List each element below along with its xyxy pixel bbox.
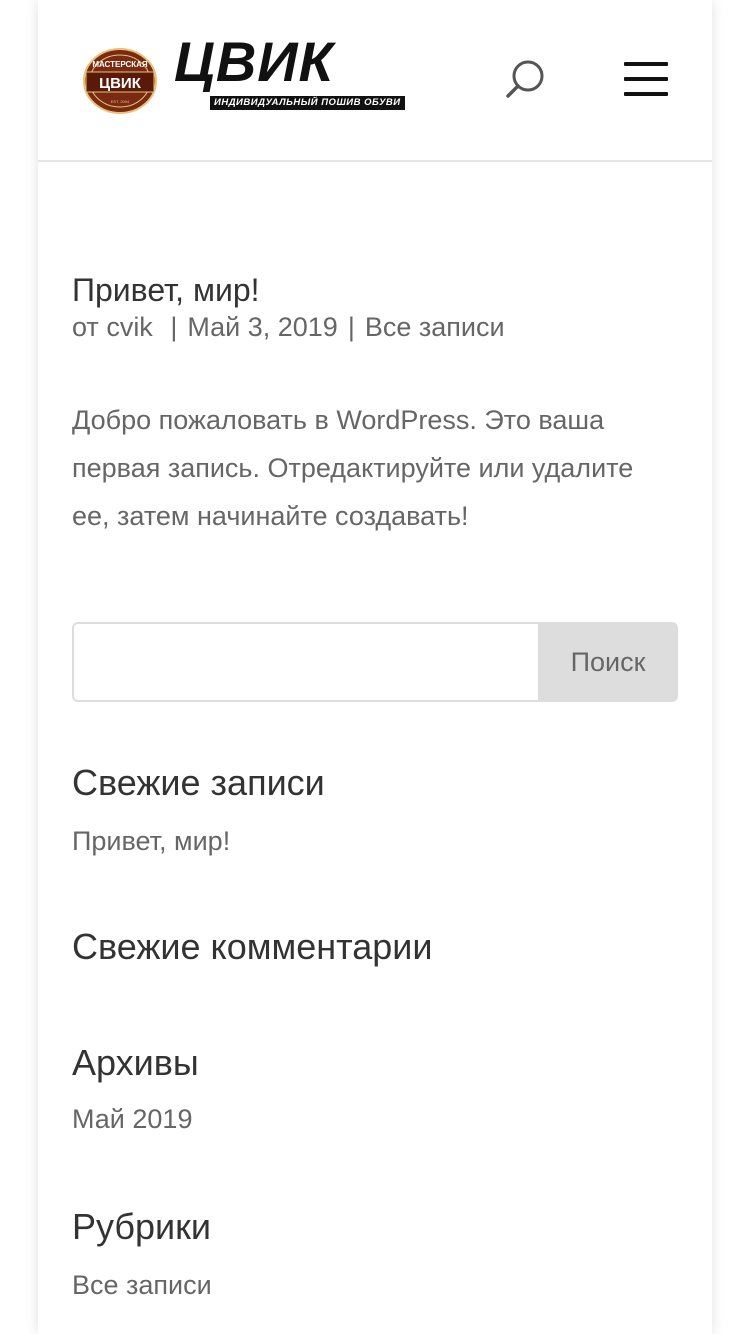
post-meta-separator: | xyxy=(347,312,355,342)
post-title[interactable]: Привет, мир! xyxy=(72,272,260,309)
recent-posts-title: Свежие записи xyxy=(72,762,325,803)
category-link[interactable]: Все записи xyxy=(72,1270,212,1301)
site-logo[interactable]: МАСТЕРСКАЯ ЦВИК EST. 2004 ЦВИК ИНДИВИДУА… xyxy=(82,34,405,118)
logo-badge-bottom-text: EST. 2004 xyxy=(111,99,130,104)
search-button[interactable]: Поиск xyxy=(538,622,678,702)
categories-title: Рубрики xyxy=(72,1206,212,1247)
page-container: МАСТЕРСКАЯ ЦВИК EST. 2004 ЦВИК ИНДИВИДУА… xyxy=(38,0,712,1334)
post-body: Добро пожаловать в WordPress. Это ваша п… xyxy=(72,405,634,531)
hamburger-line xyxy=(624,77,668,81)
post-meta-separator: | xyxy=(170,312,178,342)
logo-tagline: ИНДИВИДУАЛЬНЫЙ ПОШИВ ОБУВИ xyxy=(210,96,405,110)
archive-link[interactable]: Май 2019 xyxy=(72,1104,192,1135)
search-icon[interactable] xyxy=(504,58,546,100)
post-author-link[interactable]: cvik xyxy=(106,312,153,342)
logo-wordmark: ЦВИК xyxy=(174,30,334,93)
recent-post-link[interactable]: Привет, мир! xyxy=(72,826,230,857)
post-date: Май 3, 2019 xyxy=(187,312,338,342)
hamburger-menu-icon[interactable] xyxy=(624,62,668,96)
logo-badge-icon: МАСТЕРСКАЯ ЦВИК EST. 2004 xyxy=(83,48,157,114)
archives-title: Архивы xyxy=(72,1042,199,1083)
recent-comments-title: Свежие комментарии xyxy=(72,926,433,967)
hamburger-line xyxy=(624,92,668,96)
hamburger-line xyxy=(624,62,668,66)
post-category-link[interactable]: Все записи xyxy=(365,312,505,342)
logo-badge-top-text: МАСТЕРСКАЯ xyxy=(92,60,148,69)
site-header: МАСТЕРСКАЯ ЦВИК EST. 2004 ЦВИК ИНДИВИДУА… xyxy=(38,0,712,162)
search-form: Поиск xyxy=(72,622,678,702)
logo-badge-main-text: ЦВИК xyxy=(99,75,142,92)
post-meta-by: от xyxy=(72,312,99,342)
search-input[interactable] xyxy=(72,622,538,702)
post-meta: от cvik | Май 3, 2019 | Все записи xyxy=(72,312,505,343)
